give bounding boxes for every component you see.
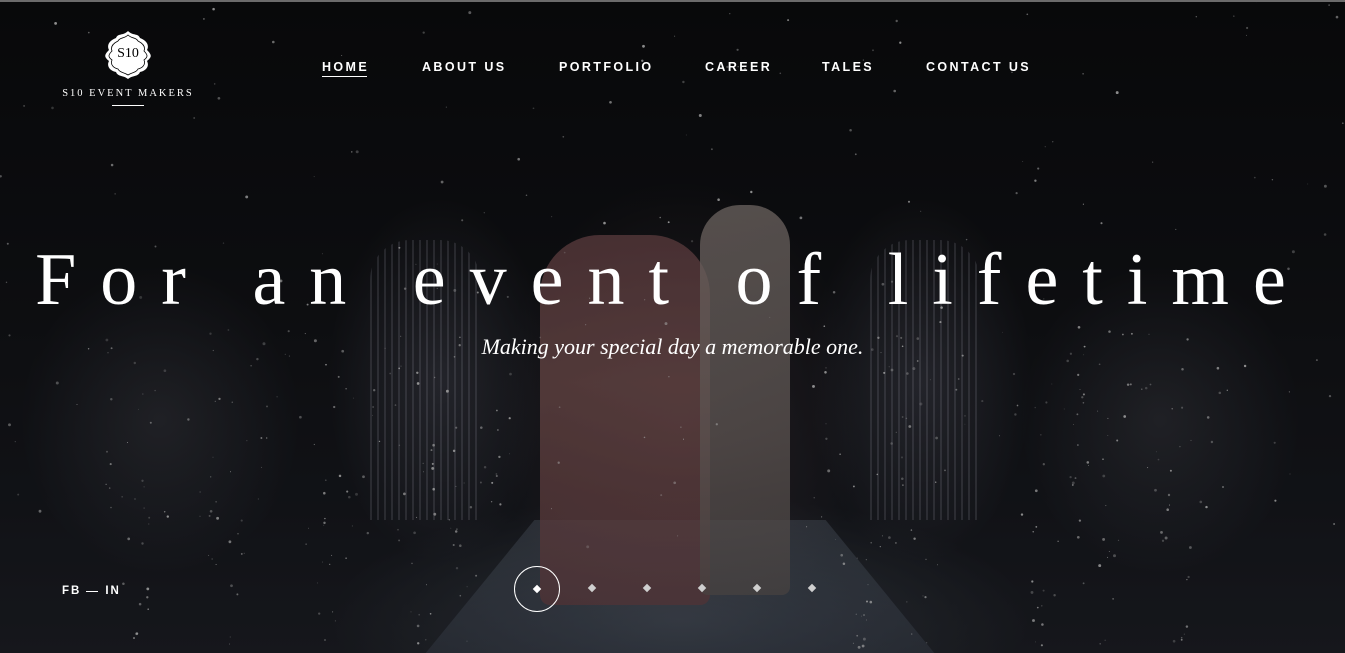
diamond-icon [642, 583, 652, 593]
diamond-icon [587, 583, 597, 593]
nav-home[interactable]: HOME [322, 60, 369, 77]
slide-dot-2[interactable] [587, 583, 597, 593]
hero-headline: For an event of lifetime [35, 239, 1310, 321]
slide-dot-4[interactable] [697, 583, 707, 593]
diamond-icon [697, 583, 707, 593]
nav-tales[interactable]: TALES [822, 60, 874, 74]
slider-pagination [0, 566, 1345, 612]
slide-dot-3[interactable] [642, 583, 652, 593]
nav-career[interactable]: CAREER [705, 60, 772, 74]
nav-about-us[interactable]: ABOUT US [422, 60, 506, 74]
slide-dot-1[interactable] [514, 566, 560, 612]
diamond-icon [532, 584, 542, 594]
top-border [0, 0, 1345, 2]
diamond-icon [807, 583, 817, 593]
brand-underline [112, 105, 144, 106]
dark-overlay [0, 0, 1345, 653]
hero-background [0, 0, 1345, 653]
hero-subheadline: Making your special day a memorable one. [481, 334, 864, 359]
nav-portfolio[interactable]: PORTFOLIO [559, 60, 654, 74]
diamond-icon [752, 583, 762, 593]
brand-name: S10 EVENT MAKERS [62, 88, 194, 99]
nav-contact-us[interactable]: CONTACT US [926, 60, 1031, 74]
main-nav: HOME ABOUT US PORTFOLIO CAREER TALES CON… [0, 60, 1345, 80]
slide-dot-5[interactable] [752, 583, 762, 593]
slide-dot-6[interactable] [807, 583, 817, 593]
